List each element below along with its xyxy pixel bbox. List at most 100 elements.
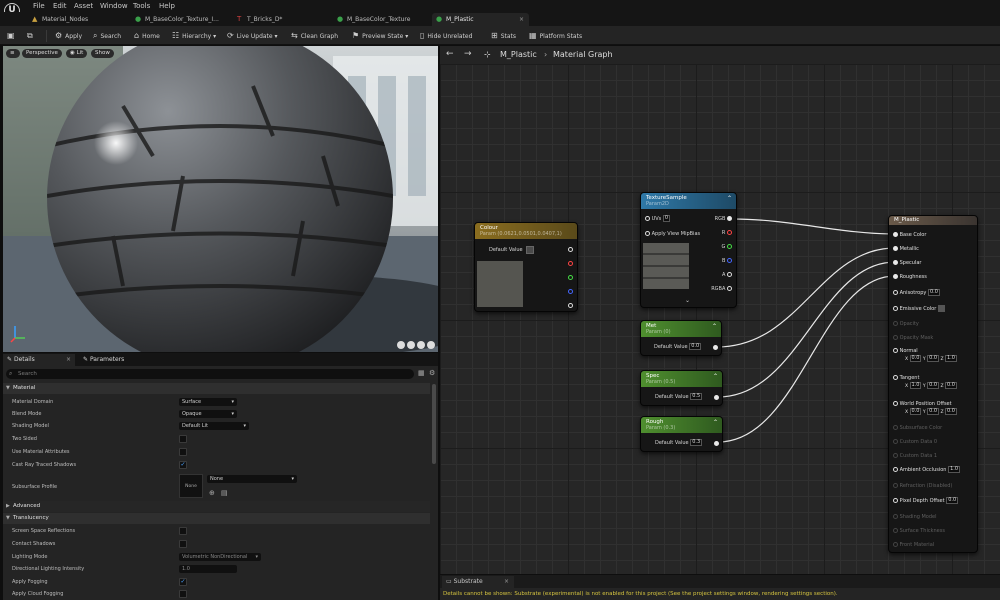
input-anisotropy[interactable]: Anisotropy 0.0 (893, 289, 940, 297)
input-world-position-offset[interactable]: World Position Offset (893, 400, 952, 408)
default-value-field[interactable]: 0.3 (690, 439, 703, 446)
view-options-icon[interactable]: ▦ (418, 369, 425, 377)
input-normal[interactable]: Normal (893, 347, 918, 355)
collapse-icon[interactable]: ⌃ (727, 196, 732, 202)
tab-t-bricks-d[interactable]: T T_Bricks_D* (233, 13, 330, 26)
normal-y[interactable]: 0.0 (927, 355, 940, 362)
category-material[interactable]: ▼ Material (3, 383, 430, 394)
blend-mode-dropdown[interactable]: Opaque ▾ (179, 410, 237, 418)
input-pin[interactable] (893, 348, 898, 353)
input-pin[interactable] (893, 401, 898, 406)
output-pin[interactable] (727, 286, 732, 291)
texture-sample-node[interactable]: TextureSample Param2D ⌃ UVs 0 Apply View… (640, 192, 737, 308)
expand-chevron-icon[interactable]: ⌄ (685, 297, 690, 304)
subsurface-profile-dropdown[interactable]: None ▾ (207, 475, 297, 483)
output-pin[interactable] (714, 441, 719, 446)
input-pin[interactable] (893, 306, 898, 311)
wpo-y[interactable]: 0.0 (927, 408, 940, 415)
preview-viewport[interactable]: ≡ Perspective ◉ Lit Show (3, 46, 438, 352)
details-search-input[interactable]: ⌕ Search (6, 369, 414, 379)
collapse-icon[interactable]: ⌃ (713, 374, 718, 380)
tab-details[interactable]: ✎ Details × (3, 354, 75, 366)
colour-swatch[interactable] (526, 246, 534, 254)
lit-button[interactable]: ◉ Lit (66, 49, 88, 58)
normal-z[interactable]: 1.0 (945, 355, 957, 362)
tab-m-basecolor-texture[interactable]: ● M_BaseColor_Texture (333, 13, 430, 26)
menu-edit[interactable]: Edit (53, 2, 67, 10)
shading-model-dropdown[interactable]: Default Lit ▾ (179, 422, 249, 430)
output-pin[interactable] (727, 272, 732, 277)
output-pin-green[interactable] (568, 275, 573, 280)
input-pin[interactable] (893, 260, 898, 265)
category-advanced[interactable]: ▶ Advanced (3, 501, 430, 512)
platform-stats-button[interactable]: ▦ Platform Stats (529, 29, 582, 42)
directional-lighting-intensity-field[interactable]: 1.0 (179, 565, 237, 573)
met-param-node[interactable]: Met Param (0) ⌃ Default Value 0.0 (640, 320, 722, 356)
forward-arrow-icon[interactable]: → (464, 49, 472, 59)
show-button[interactable]: Show (91, 49, 114, 58)
screen-space-reflections-checkbox[interactable] (179, 527, 187, 535)
spec-param-node[interactable]: Spec Param (0.5) ⌃ Default Value 0.5 (640, 370, 723, 406)
apply-cloud-fogging-checkbox[interactable] (179, 590, 187, 598)
breadcrumb-page[interactable]: Material Graph (553, 50, 613, 59)
input-pin[interactable] (893, 246, 898, 251)
output-pin[interactable] (727, 244, 732, 249)
live-update-button[interactable]: ⟳ Live Update ▾ (227, 29, 278, 42)
default-value-field[interactable]: 0.0 (689, 343, 702, 350)
input-pin[interactable] (645, 231, 650, 236)
hierarchy-button[interactable]: ☷ Hierarchy ▾ (172, 29, 216, 42)
wpo-x[interactable]: 0.0 (909, 408, 922, 415)
tab-parameters[interactable]: ✎ Parameters (79, 354, 159, 366)
settings-gear-icon[interactable]: ⚙ (429, 369, 435, 377)
apply-fogging-checkbox[interactable]: ✓ (179, 578, 187, 586)
viewport-menu-icon[interactable]: ≡ (6, 49, 20, 58)
browse-asset-icon[interactable]: ▤ (221, 487, 228, 499)
output-pin-white[interactable] (568, 247, 573, 252)
output-pin[interactable] (713, 345, 718, 350)
apply-button[interactable]: ⚙ Apply (55, 29, 82, 42)
preview-state-button[interactable]: ⚑ Preview State ▾ (352, 29, 408, 42)
tab-material-nodes[interactable]: ▲ Material_Nodes (28, 13, 128, 26)
output-pin-alpha[interactable] (568, 303, 573, 308)
lighting-mode-dropdown[interactable]: Volumetric NonDirectional ▾ (179, 553, 261, 561)
input-pixel-depth-offset[interactable]: Pixel Depth Offset 0.0 (893, 497, 959, 505)
search-button[interactable]: ⌕ Search (93, 29, 121, 42)
rough-param-node[interactable]: Rough Param (0.3) ⌃ Default Value 0.3 (640, 416, 723, 452)
output-r[interactable]: R (722, 229, 732, 237)
tab-m-basecolor-texture-inst[interactable]: ● M_BaseColor_Texture_I... (131, 13, 230, 26)
output-b[interactable]: B (722, 257, 732, 265)
output-rgb[interactable]: RGB (715, 215, 732, 223)
save-icon[interactable]: ▣ (7, 29, 18, 42)
menu-asset[interactable]: Asset (74, 2, 93, 10)
input-pin[interactable] (645, 216, 650, 221)
tangent-z[interactable]: 0.0 (945, 382, 957, 389)
input-pin[interactable] (893, 290, 898, 295)
perspective-button[interactable]: Perspective (22, 49, 62, 58)
browse-icon[interactable]: ⧉ (27, 29, 36, 42)
category-translucency[interactable]: ▼ Translucency (3, 513, 430, 524)
menu-help[interactable]: Help (159, 2, 175, 10)
collapse-icon[interactable]: ⌃ (713, 420, 718, 426)
home-button[interactable]: ⌂ Home (134, 29, 160, 42)
output-g[interactable]: G (722, 243, 732, 251)
input-pin[interactable] (893, 375, 898, 380)
tab-substrate[interactable]: ▭ Substrate × (442, 576, 514, 588)
input-tangent[interactable]: Tangent (893, 374, 919, 382)
material-result-node[interactable]: M_Plastic Base Color Metallic Specular R… (888, 215, 978, 553)
stats-button[interactable]: ⊞ Stats (491, 29, 516, 42)
colour-param-node[interactable]: Colour Param (0.0621,0.0501,0.0407,1) De… (474, 222, 578, 312)
breadcrumb-root[interactable]: M_Plastic (500, 50, 537, 59)
input-base-color[interactable]: Base Color (893, 231, 926, 239)
menu-file[interactable]: File (33, 2, 45, 10)
close-tab-icon[interactable]: × (519, 13, 524, 26)
use-material-attributes-checkbox[interactable] (179, 448, 187, 456)
wpo-z[interactable]: 0.0 (945, 408, 957, 415)
input-pin[interactable] (893, 232, 898, 237)
uvs-input[interactable]: UVs 0 (645, 215, 671, 223)
input-pin[interactable] (893, 498, 898, 503)
ao-value[interactable]: 1.0 (948, 466, 961, 473)
back-arrow-icon[interactable]: ← (446, 49, 454, 59)
output-pin[interactable] (714, 395, 719, 400)
tangent-y[interactable]: 0.0 (927, 382, 940, 389)
input-metallic[interactable]: Metallic (893, 245, 919, 253)
